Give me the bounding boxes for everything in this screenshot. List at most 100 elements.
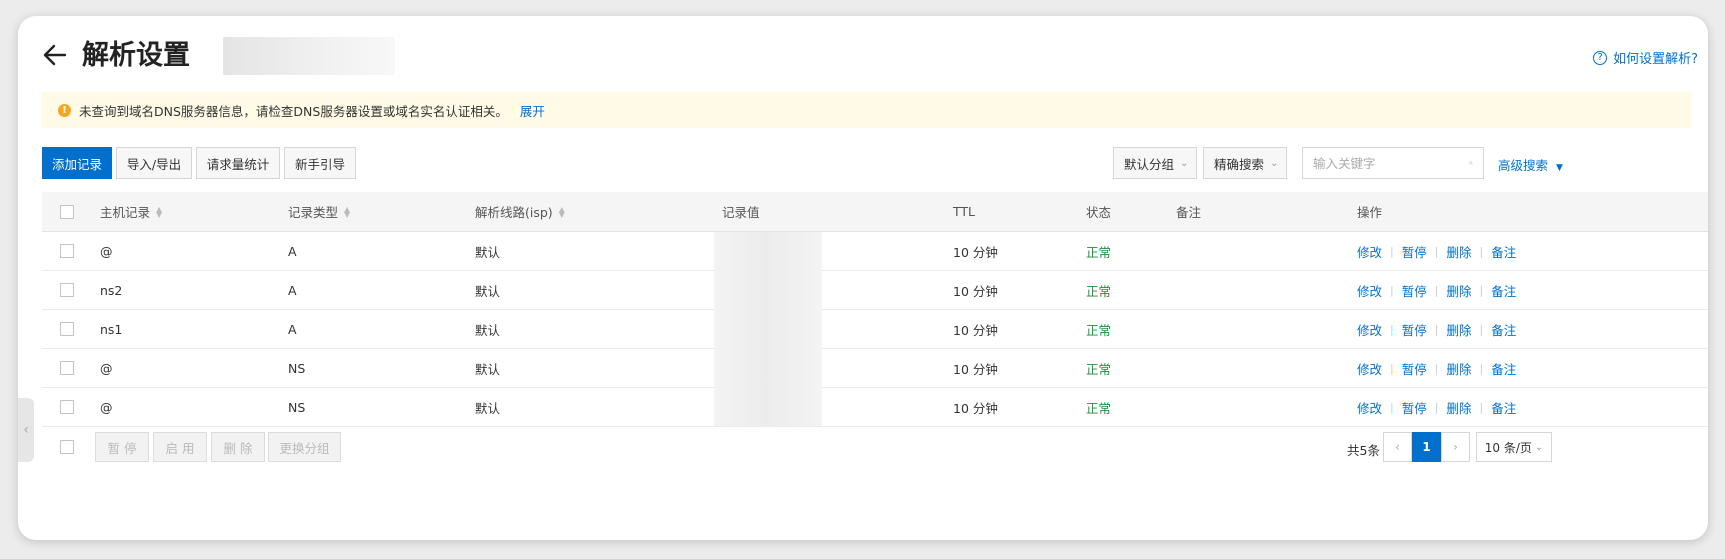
- type-cell: A: [288, 321, 297, 337]
- select-all-checkbox[interactable]: [60, 204, 74, 219]
- type-cell: A: [288, 282, 297, 298]
- back-arrow-icon[interactable]: [40, 40, 70, 70]
- edit-link[interactable]: 修改: [1357, 320, 1382, 339]
- warning-text: 未查询到域名DNS服务器信息，请检查DNS服务器设置或域名实名认证相关。: [79, 103, 508, 119]
- col-remark: 备注: [1176, 205, 1202, 220]
- col-ttl: TTL: [953, 204, 976, 219]
- row-checkbox[interactable]: [60, 322, 74, 336]
- col-line[interactable]: 解析线路(isp) ▲ ▼: [475, 192, 565, 231]
- col-value: 记录值: [722, 205, 760, 220]
- warning-icon: !: [58, 103, 71, 117]
- chevron-down-icon: ⌄: [1270, 157, 1279, 169]
- toolbar: 添加记录 导入/导出 请求量统计 新手引导 默认分组 ⌄ 精确搜索 ⌄ 高级搜索…: [42, 147, 1708, 181]
- batch-enable-button[interactable]: 启 用: [153, 432, 207, 462]
- records-table: 主机记录 ▲ ▼ 记录类型 ▲ ▼ 解析线路(isp) ▲ ▼ 记录值 TTL 状态 …: [42, 192, 1708, 427]
- separator: |: [1434, 400, 1439, 414]
- remark-link[interactable]: 备注: [1491, 398, 1516, 417]
- delete-link[interactable]: 删除: [1446, 242, 1471, 261]
- redacted-record-values: [714, 232, 822, 426]
- pause-link[interactable]: 暂停: [1402, 320, 1427, 339]
- table-row: @ NS 默认 10 分钟 正常 修改 | 暂停 | 删除 | 备注: [42, 349, 1708, 388]
- remark-link[interactable]: 备注: [1491, 320, 1516, 339]
- page-button-1[interactable]: 1: [1412, 432, 1441, 462]
- remark-link[interactable]: 备注: [1491, 359, 1516, 378]
- edit-link[interactable]: 修改: [1357, 281, 1382, 300]
- edit-link[interactable]: 修改: [1357, 398, 1382, 417]
- guide-button[interactable]: 新手引导: [284, 147, 356, 179]
- row-checkbox[interactable]: [60, 244, 74, 258]
- delete-link[interactable]: 删除: [1446, 398, 1471, 417]
- footer-select-all-checkbox[interactable]: [60, 440, 74, 454]
- next-page-button[interactable]: ›: [1441, 432, 1470, 462]
- row-checkbox-cell: [60, 349, 74, 387]
- pause-link[interactable]: 暂停: [1402, 281, 1427, 300]
- change-group-button[interactable]: 更换分组: [268, 432, 341, 462]
- prev-page-button[interactable]: ‹: [1383, 432, 1412, 462]
- expand-link[interactable]: 展开: [520, 101, 545, 120]
- separator: |: [1434, 361, 1439, 375]
- table-body: @ A 默认 10 分钟 正常 修改 | 暂停 | 删除 | 备注 ns2 A 默认 10 分钟 正常 修改 | 暂停…: [42, 232, 1708, 427]
- separator: |: [1390, 283, 1394, 297]
- row-checkbox[interactable]: [60, 361, 74, 375]
- search-mode-value: 精确搜索: [1214, 156, 1265, 172]
- edit-link[interactable]: 修改: [1357, 359, 1382, 378]
- page-header: 解析设置 ? 如何设置解析?: [40, 37, 1708, 78]
- search-icon[interactable]: [1469, 155, 1473, 171]
- line-cell: 默认: [475, 400, 501, 416]
- batch-pause-button[interactable]: 暂 停: [95, 432, 149, 462]
- col-type[interactable]: 记录类型 ▲ ▼: [288, 192, 350, 231]
- status-cell: 正常: [1086, 244, 1112, 260]
- help-link[interactable]: ? 如何设置解析?: [1593, 48, 1698, 67]
- chevron-down-icon: ⌄: [1534, 441, 1544, 453]
- status-cell: 正常: [1086, 322, 1112, 338]
- separator: |: [1390, 361, 1394, 375]
- chevron-left-icon: ‹: [1395, 440, 1400, 454]
- edit-link[interactable]: 修改: [1357, 242, 1382, 261]
- row-checkbox[interactable]: [60, 400, 74, 414]
- host-cell: ns1: [100, 321, 123, 337]
- delete-link[interactable]: 删除: [1446, 320, 1471, 339]
- request-stats-button[interactable]: 请求量统计: [196, 147, 280, 179]
- col-line-label: 解析线路(isp): [475, 205, 553, 220]
- ttl-cell: 10 分钟: [953, 361, 998, 377]
- search-mode-select[interactable]: 精确搜索 ⌄: [1203, 147, 1287, 179]
- type-cell: NS: [288, 360, 306, 376]
- row-checkbox-cell: [60, 310, 74, 348]
- search-input[interactable]: [1303, 155, 1469, 171]
- col-status: 状态: [1086, 205, 1112, 220]
- delete-link[interactable]: 删除: [1446, 281, 1471, 300]
- footer-checkbox-cell: [60, 432, 74, 462]
- actions-cell: 修改 | 暂停 | 删除 | 备注: [1357, 388, 1516, 426]
- redacted-domain: [223, 37, 395, 75]
- pause-link[interactable]: 暂停: [1402, 359, 1427, 378]
- group-select[interactable]: 默认分组 ⌄: [1113, 147, 1197, 179]
- chevron-right-icon: ›: [1453, 440, 1458, 454]
- app-window: ‹ 解析设置 ? 如何设置解析? ! 未查询到域名DNS服务器信息，请检查DNS…: [18, 16, 1708, 540]
- table-row: ns1 A 默认 10 分钟 正常 修改 | 暂停 | 删除 | 备注: [42, 310, 1708, 349]
- table-row: @ A 默认 10 分钟 正常 修改 | 暂停 | 删除 | 备注: [42, 232, 1708, 271]
- remark-link[interactable]: 备注: [1491, 242, 1516, 261]
- col-host[interactable]: 主机记录 ▲ ▼: [100, 192, 162, 231]
- row-checkbox[interactable]: [60, 283, 74, 297]
- status-cell: 正常: [1086, 361, 1112, 377]
- batch-delete-button[interactable]: 删 除: [211, 432, 265, 462]
- ttl-cell: 10 分钟: [953, 244, 998, 260]
- col-type-label: 记录类型: [288, 205, 339, 220]
- add-record-button[interactable]: 添加记录: [42, 147, 112, 179]
- help-link-label: 如何设置解析?: [1613, 52, 1698, 67]
- import-export-button[interactable]: 导入/导出: [116, 147, 192, 179]
- select-all-checkbox-cell: [60, 192, 74, 231]
- line-cell: 默认: [475, 244, 501, 260]
- sort-icon: ▲ ▼: [156, 204, 163, 219]
- ttl-cell: 10 分钟: [953, 283, 998, 299]
- pause-link[interactable]: 暂停: [1402, 398, 1427, 417]
- actions-cell: 修改 | 暂停 | 删除 | 备注: [1357, 349, 1516, 387]
- advanced-search-link[interactable]: 高级搜索 ▼: [1498, 155, 1563, 174]
- remark-link[interactable]: 备注: [1491, 281, 1516, 300]
- sidebar-collapse-handle[interactable]: ‹: [18, 398, 34, 462]
- delete-link[interactable]: 删除: [1446, 359, 1471, 378]
- pause-link[interactable]: 暂停: [1402, 242, 1427, 261]
- group-select-value: 默认分组: [1124, 156, 1175, 172]
- page-size-select[interactable]: 10 条/页 ⌄: [1476, 432, 1552, 462]
- separator: |: [1390, 244, 1394, 258]
